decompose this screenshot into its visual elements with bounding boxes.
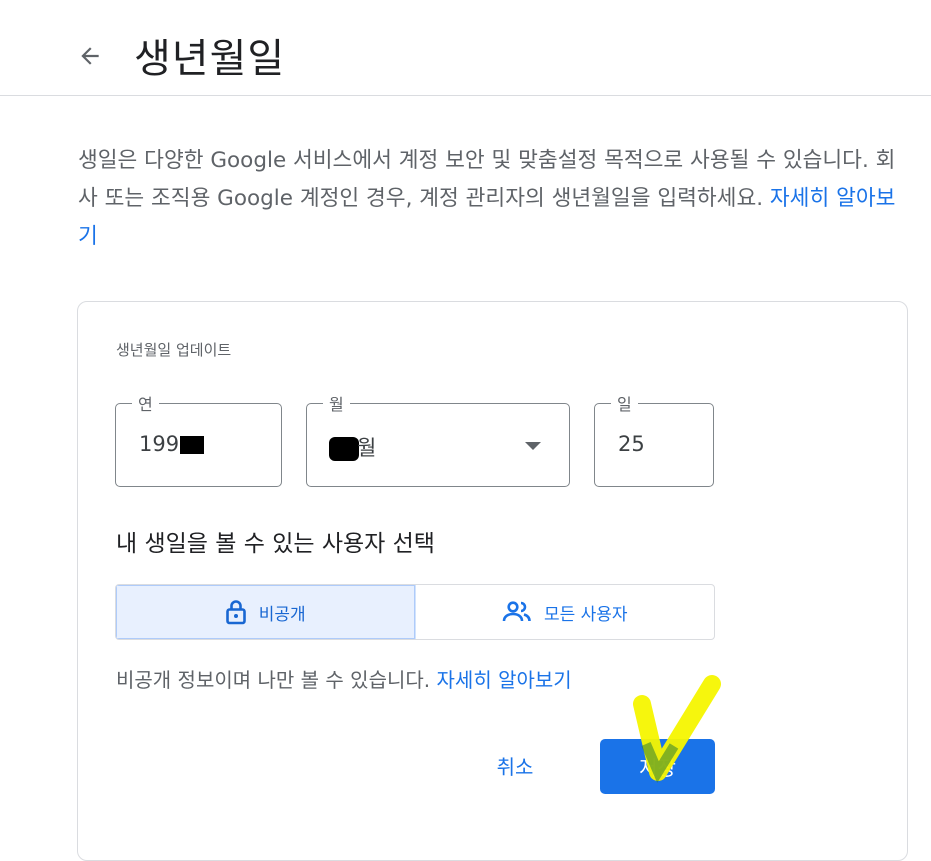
year-field[interactable]: 연 199 [115,391,282,487]
lock-icon [225,600,246,625]
page-title: 생년월일 [134,36,286,82]
year-redaction [180,436,205,454]
visibility-learn-more-link[interactable]: 자세히 알아보기 [437,668,572,692]
day-value: 25 [618,432,645,456]
year-value: 199 [139,432,180,456]
header: 생년월일 [0,0,931,96]
day-label: 일 [611,391,638,415]
visibility-option-everyone[interactable]: 모든 사용자 [416,585,715,639]
month-select[interactable]: 월 월 [306,391,570,487]
visibility-option-private-label: 비공개 [258,604,306,625]
arrow-back-icon [81,47,99,65]
visibility-option-everyone-label: 모든 사용자 [543,604,628,625]
month-label: 월 [323,391,350,415]
year-value-wrap: 199 [139,432,205,456]
visibility-heading: 내 생일을 볼 수 있는 사용자 선택 [116,531,435,557]
month-redaction [329,437,359,461]
month-value: 월 [357,436,377,460]
card-title: 생년월일 업데이트 [116,341,232,359]
birthday-card: 생년월일 업데이트 연 199 월 월 일 25 내 생일을 볼 수 있는 사용… [77,301,908,861]
day-field[interactable]: 일 25 [594,391,714,487]
visibility-note-text: 비공개 정보이며 나만 볼 수 있습니다. [116,668,431,692]
year-label: 연 [132,391,159,415]
people-icon [502,601,531,622]
cancel-button[interactable]: 취소 [473,740,557,790]
back-button[interactable] [70,36,110,76]
chevron-down-icon [525,442,541,450]
visibility-toggle: 비공개 모든 사용자 [115,584,715,640]
visibility-note: 비공개 정보이며 나만 볼 수 있습니다. 자세히 알아보기 [116,664,572,693]
intro-text: 생일은 다양한 Google 서비스에서 계정 보안 및 맞춤설정 목적으로 사… [78,142,908,256]
save-button[interactable]: 저장 [600,739,715,794]
month-value-wrap: 월 [329,432,376,462]
visibility-option-private[interactable]: 비공개 [116,585,416,639]
